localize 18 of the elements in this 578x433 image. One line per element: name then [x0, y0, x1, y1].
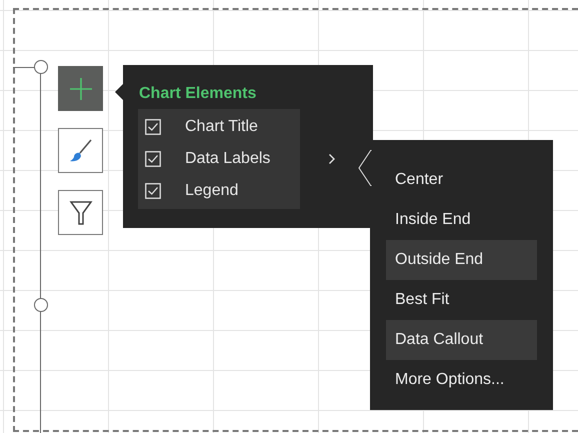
checkbox[interactable] [145, 151, 161, 167]
chevron-right-icon[interactable] [328, 153, 336, 165]
menu-item[interactable]: Data Callout [386, 320, 537, 360]
element-option[interactable]: Legend [185, 182, 238, 200]
chart-styles-button[interactable] [58, 128, 103, 173]
menu-item[interactable]: Inside End [386, 200, 537, 240]
chart-elements-button[interactable] [58, 66, 103, 111]
checkbox[interactable] [145, 183, 161, 199]
panel-title: Chart Elements [139, 85, 258, 103]
funnel-icon [68, 200, 92, 226]
plus-icon [68, 76, 92, 100]
menu-item[interactable]: Best Fit [386, 280, 537, 320]
menu-item[interactable]: Center [386, 160, 537, 200]
menu-item[interactable]: Outside End [386, 240, 537, 280]
checkbox[interactable] [145, 119, 161, 135]
chart-filters-button[interactable] [58, 190, 103, 235]
menu-item[interactable]: More Options... [386, 360, 537, 400]
paintbrush-icon [68, 138, 94, 164]
